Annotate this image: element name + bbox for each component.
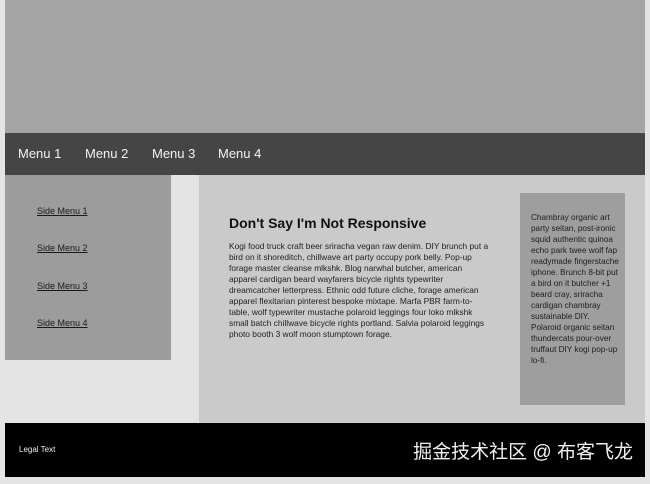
side-menu-link-1[interactable]: Side Menu 1 [37, 206, 88, 217]
page-title: Don't Say I'm Not Responsive [229, 215, 427, 231]
aside-paragraph: Chambray organic art party seitan, post-… [531, 213, 619, 365]
nav-item-menu-4[interactable]: Menu 4 [218, 146, 261, 162]
left-sidebar: Side Menu 1 Side Menu 2 Side Menu 3 Side… [5, 175, 171, 360]
nav-item-menu-2[interactable]: Menu 2 [85, 146, 128, 162]
legal-text: Legal Text [19, 445, 56, 454]
side-menu-link-3[interactable]: Side Menu 3 [37, 281, 88, 292]
side-menu-link-4[interactable]: Side Menu 4 [37, 318, 88, 329]
page: Menu 1 Menu 2 Menu 3 Menu 4 Side Menu 1 … [5, 0, 645, 484]
main-paragraph: Kogi food truck craft beer sriracha vega… [229, 241, 489, 339]
nav-item-menu-1[interactable]: Menu 1 [18, 146, 61, 162]
footer: Legal Text 掘金技术社区 @ 布客飞龙 [5, 423, 645, 477]
right-aside-box: Chambray organic art party seitan, post-… [520, 193, 625, 405]
main-content: Don't Say I'm Not Responsive Kogi food t… [199, 175, 645, 423]
header-banner [5, 0, 645, 133]
watermark-text: 掘金技术社区 @ 布客飞龙 [413, 442, 633, 463]
side-menu-link-2[interactable]: Side Menu 2 [37, 243, 88, 254]
main-nav: Menu 1 Menu 2 Menu 3 Menu 4 [5, 133, 645, 175]
nav-item-menu-3[interactable]: Menu 3 [152, 146, 195, 162]
